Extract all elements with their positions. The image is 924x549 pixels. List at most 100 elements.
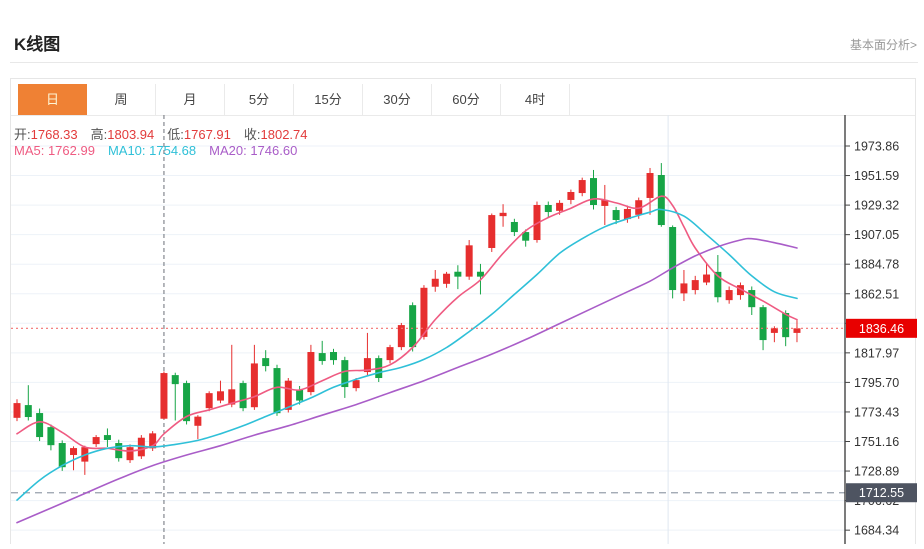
candle[interactable] — [601, 185, 608, 225]
candle[interactable] — [387, 345, 394, 364]
candle[interactable] — [500, 204, 507, 227]
candle[interactable] — [443, 272, 450, 288]
candle[interactable] — [228, 345, 235, 407]
y-axis-label: 1817.97 — [854, 346, 899, 360]
tab-interval-2[interactable]: 周 — [87, 84, 156, 115]
candle-body — [409, 305, 416, 347]
reference-price-badge-label: 1712.55 — [859, 486, 904, 500]
current-price-badge-label: 1836.46 — [859, 322, 904, 336]
candle-body — [217, 391, 224, 400]
y-axis-label: 1951.59 — [854, 169, 899, 183]
candle[interactable] — [680, 270, 687, 301]
candle[interactable] — [454, 265, 461, 289]
candle[interactable] — [658, 163, 665, 227]
candle-body — [432, 279, 439, 287]
candle-body — [477, 272, 484, 277]
title-divider — [10, 62, 918, 63]
y-axis-label: 1973.86 — [854, 140, 899, 154]
tab-interval-5[interactable]: 15分 — [294, 84, 363, 115]
candle[interactable] — [341, 357, 348, 398]
candle[interactable] — [748, 286, 755, 315]
candle-body — [251, 363, 258, 407]
candle-body — [466, 245, 473, 276]
tab-interval-8[interactable]: 4时 — [501, 84, 570, 115]
candle-body — [556, 203, 563, 211]
candle-body — [579, 180, 586, 193]
candle[interactable] — [81, 446, 88, 475]
y-axis-label: 1884.78 — [854, 258, 899, 272]
candle[interactable] — [669, 225, 676, 298]
candle-body — [500, 213, 507, 216]
candle-body — [793, 328, 800, 333]
tab-interval-3[interactable]: 月 — [156, 84, 225, 115]
candle[interactable] — [567, 190, 574, 205]
candle[interactable] — [330, 349, 337, 365]
fundamental-analysis-link[interactable]: 基本面分析> — [850, 36, 917, 53]
y-axis-label: 1795.70 — [854, 376, 899, 390]
candle-body — [160, 373, 167, 419]
candle[interactable] — [579, 178, 586, 197]
candle-body — [545, 205, 552, 212]
candle-body — [104, 435, 111, 440]
candle[interactable] — [251, 345, 258, 410]
candle[interactable] — [240, 381, 247, 412]
candle[interactable] — [692, 276, 699, 295]
tab-interval-7[interactable]: 60分 — [432, 84, 501, 115]
y-axis-label: 1929.32 — [854, 199, 899, 213]
candle-body — [454, 272, 461, 277]
candlestick-chart[interactable]: 1973.861951.591929.321907.051884.781862.… — [10, 115, 918, 544]
candle[interactable] — [14, 399, 21, 421]
kline-page: { "header": { "title": "K线图", "link_labe… — [0, 0, 924, 544]
candle[interactable] — [149, 431, 156, 451]
candle-body — [14, 403, 21, 418]
candle-body — [36, 413, 43, 437]
y-axis-label: 1862.51 — [854, 287, 899, 301]
candle[interactable] — [160, 371, 167, 419]
candle[interactable] — [545, 202, 552, 218]
candle-body — [47, 427, 54, 445]
tab-interval-6[interactable]: 30分 — [363, 84, 432, 115]
candle-body — [70, 448, 77, 455]
candle[interactable] — [47, 424, 54, 450]
candle[interactable] — [760, 305, 767, 350]
candle[interactable] — [172, 373, 179, 421]
candle-body — [194, 417, 201, 426]
candle-body — [726, 290, 733, 300]
ma20-line — [17, 239, 797, 523]
candle[interactable] — [127, 444, 134, 463]
candle[interactable] — [36, 409, 43, 442]
candle[interactable] — [511, 219, 518, 236]
candle[interactable] — [194, 415, 201, 439]
candle-body — [387, 347, 394, 360]
candle-body — [680, 283, 687, 293]
candle-body — [692, 280, 699, 290]
candle[interactable] — [273, 365, 280, 416]
candle-body — [206, 393, 213, 408]
candle-body — [760, 307, 767, 340]
candle[interactable] — [206, 391, 213, 411]
candle[interactable] — [93, 435, 100, 447]
candle[interactable] — [647, 168, 654, 215]
candle-body — [262, 358, 269, 366]
candle[interactable] — [488, 213, 495, 251]
candle-body — [488, 215, 495, 248]
candle[interactable] — [466, 240, 473, 280]
candle[interactable] — [398, 323, 405, 350]
candle[interactable] — [104, 428, 111, 447]
candle-body — [25, 405, 32, 417]
candle-body — [273, 368, 280, 413]
tab-interval-4[interactable]: 5分 — [225, 84, 294, 115]
candle-body — [330, 352, 337, 360]
candle-body — [443, 274, 450, 284]
candle-body — [658, 175, 665, 225]
candle[interactable] — [726, 286, 733, 303]
candle-body — [703, 275, 710, 283]
candle[interactable] — [217, 381, 224, 404]
candle-body — [172, 375, 179, 384]
tab-interval-1[interactable]: 日 — [18, 84, 87, 115]
candle-body — [782, 313, 789, 337]
candle-body — [567, 192, 574, 200]
candle[interactable] — [432, 270, 439, 292]
candle-body — [511, 222, 518, 232]
candle[interactable] — [25, 385, 32, 420]
